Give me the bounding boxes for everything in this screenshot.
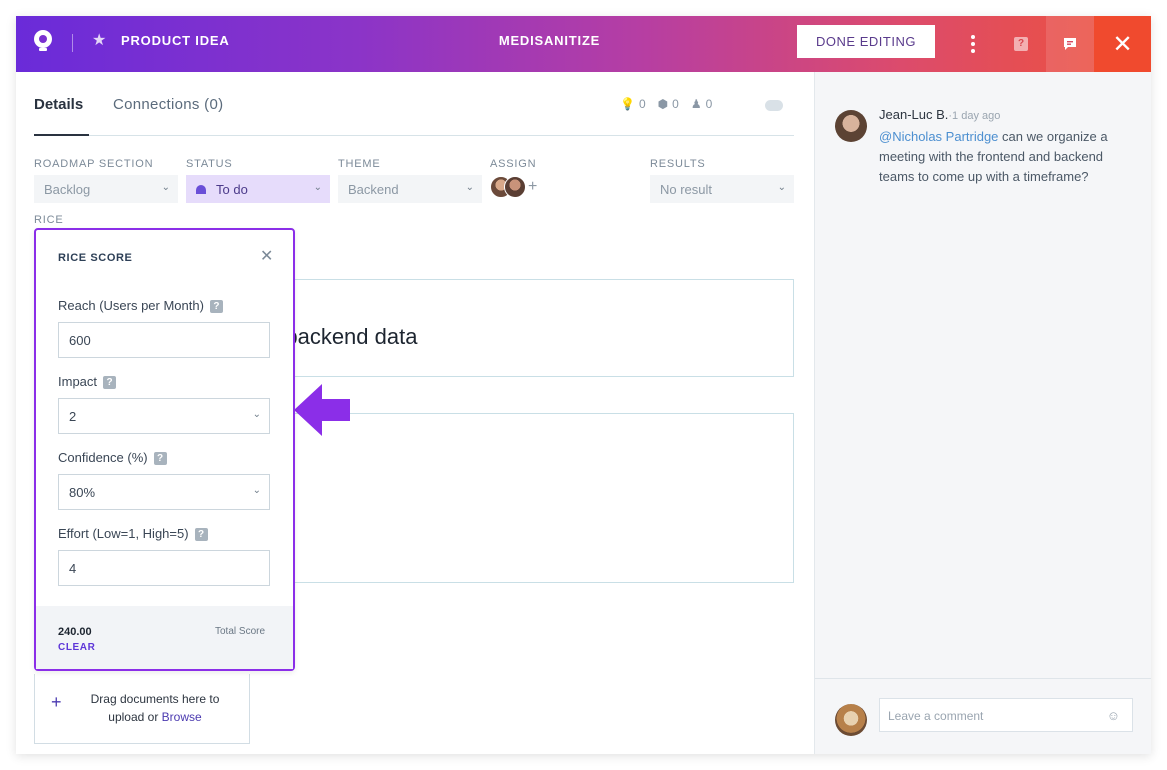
popup-footer: 240.00 CLEAR Total Score <box>36 606 293 669</box>
rice-label: RICE <box>34 214 64 226</box>
tab-details[interactable]: Details <box>34 96 89 136</box>
add-assignee-icon[interactable]: + <box>528 178 537 196</box>
help-icon[interactable]: ? <box>194 528 208 542</box>
comments-panel: Jean-Luc B.·1 day ago @Nicholas Partridg… <box>814 72 1151 754</box>
plus-icon: + <box>51 692 62 712</box>
avatar <box>835 110 867 142</box>
clear-button[interactable]: CLEAR <box>58 642 95 653</box>
chevron-down-icon: ⌄ <box>777 182 786 193</box>
emoji-icon[interactable]: ☺ <box>1107 708 1120 723</box>
browse-link[interactable]: Browse <box>162 710 202 724</box>
theme-label: THEME <box>338 158 381 170</box>
close-icon[interactable]: ✕ <box>1094 16 1151 72</box>
reach-input[interactable]: 600 <box>58 322 270 358</box>
chevron-down-icon: ⌄ <box>313 182 322 193</box>
confidence-select[interactable]: 80% ⌄ <box>58 474 270 510</box>
impact-label: Impact? <box>58 374 117 390</box>
reach-label: Reach (Users per Month)? <box>58 298 223 314</box>
close-icon[interactable]: ✕ <box>260 246 273 266</box>
results-label: RESULTS <box>650 158 706 170</box>
effort-label: Effort (Low=1, High=5)? <box>58 526 208 542</box>
comment-composer: Leave a comment ☺ <box>815 678 1151 754</box>
more-options-icon[interactable] <box>949 16 997 72</box>
header-bar: ★ PRODUCT IDEA MEDISANITIZE DONE EDITING… <box>16 16 1151 72</box>
ideas-count: 💡 0 <box>620 97 646 111</box>
cube-icon: ⬢ <box>657 97 669 111</box>
help-icon[interactable]: ? <box>209 300 223 314</box>
help-icon[interactable]: ? <box>153 452 167 466</box>
chevron-down-icon: ⌄ <box>252 485 261 496</box>
help-icon[interactable]: ? <box>103 376 117 390</box>
app-window: ★ PRODUCT IDEA MEDISANITIZE DONE EDITING… <box>16 16 1151 754</box>
avatar <box>835 704 867 736</box>
chevron-down-icon: ⌄ <box>465 182 474 193</box>
assign-label: ASSIGN <box>490 158 537 170</box>
roadmap-select[interactable]: Backlog ⌄ <box>34 175 178 203</box>
counts-bar: 💡 0 ⬢ 0 ♟ 0 <box>620 97 712 111</box>
chevron-down-icon: ⌄ <box>252 409 261 420</box>
roadmap-label: ROADMAP SECTION <box>34 158 154 170</box>
done-editing-button[interactable]: DONE EDITING <box>797 25 935 58</box>
results-select[interactable]: No result ⌄ <box>650 175 794 203</box>
comments-icon[interactable] <box>1046 16 1094 72</box>
total-score-label: Total Score <box>215 626 266 637</box>
help-icon[interactable]: ? <box>997 16 1045 72</box>
effort-input[interactable]: 4 <box>58 550 270 586</box>
theme-select[interactable]: Backend ⌄ <box>338 175 482 203</box>
popup-title: RICE SCORE <box>58 252 133 264</box>
comment-author: Jean-Luc B.·1 day ago <box>879 107 1001 122</box>
status-label: STATUS <box>186 158 233 170</box>
vote-icon: ♟ <box>690 97 702 111</box>
status-icon <box>196 185 206 194</box>
mention-link[interactable]: @Nicholas Partridge <box>879 129 998 144</box>
rice-score-value: 240.00 <box>58 626 92 638</box>
arrow-left-icon <box>294 384 350 436</box>
rice-score-popup: RICE SCORE ✕ Reach (Users per Month)? 60… <box>34 228 295 671</box>
avatar[interactable] <box>504 176 526 198</box>
bulb-icon: 💡 <box>620 97 635 111</box>
status-select[interactable]: To do ⌄ <box>186 175 330 203</box>
comment-time: ·1 day ago <box>948 110 1001 122</box>
chevron-down-icon: ⌄ <box>161 182 170 193</box>
tab-connections[interactable]: Connections (0) <box>113 96 223 136</box>
votes-count: ♟ 0 <box>690 97 713 111</box>
toggle-switch[interactable] <box>765 100 783 111</box>
impact-select[interactable]: 2 ⌄ <box>58 398 270 434</box>
confidence-label: Confidence (%)? <box>58 450 167 466</box>
upload-dropzone[interactable]: + Drag documents here to upload or Brows… <box>34 674 250 744</box>
comment-body: @Nicholas Partridge can we organize a me… <box>879 129 1108 184</box>
comment-input[interactable]: Leave a comment ☺ <box>879 698 1133 732</box>
assignees: + <box>490 176 537 198</box>
features-count: ⬢ 0 <box>657 97 679 111</box>
